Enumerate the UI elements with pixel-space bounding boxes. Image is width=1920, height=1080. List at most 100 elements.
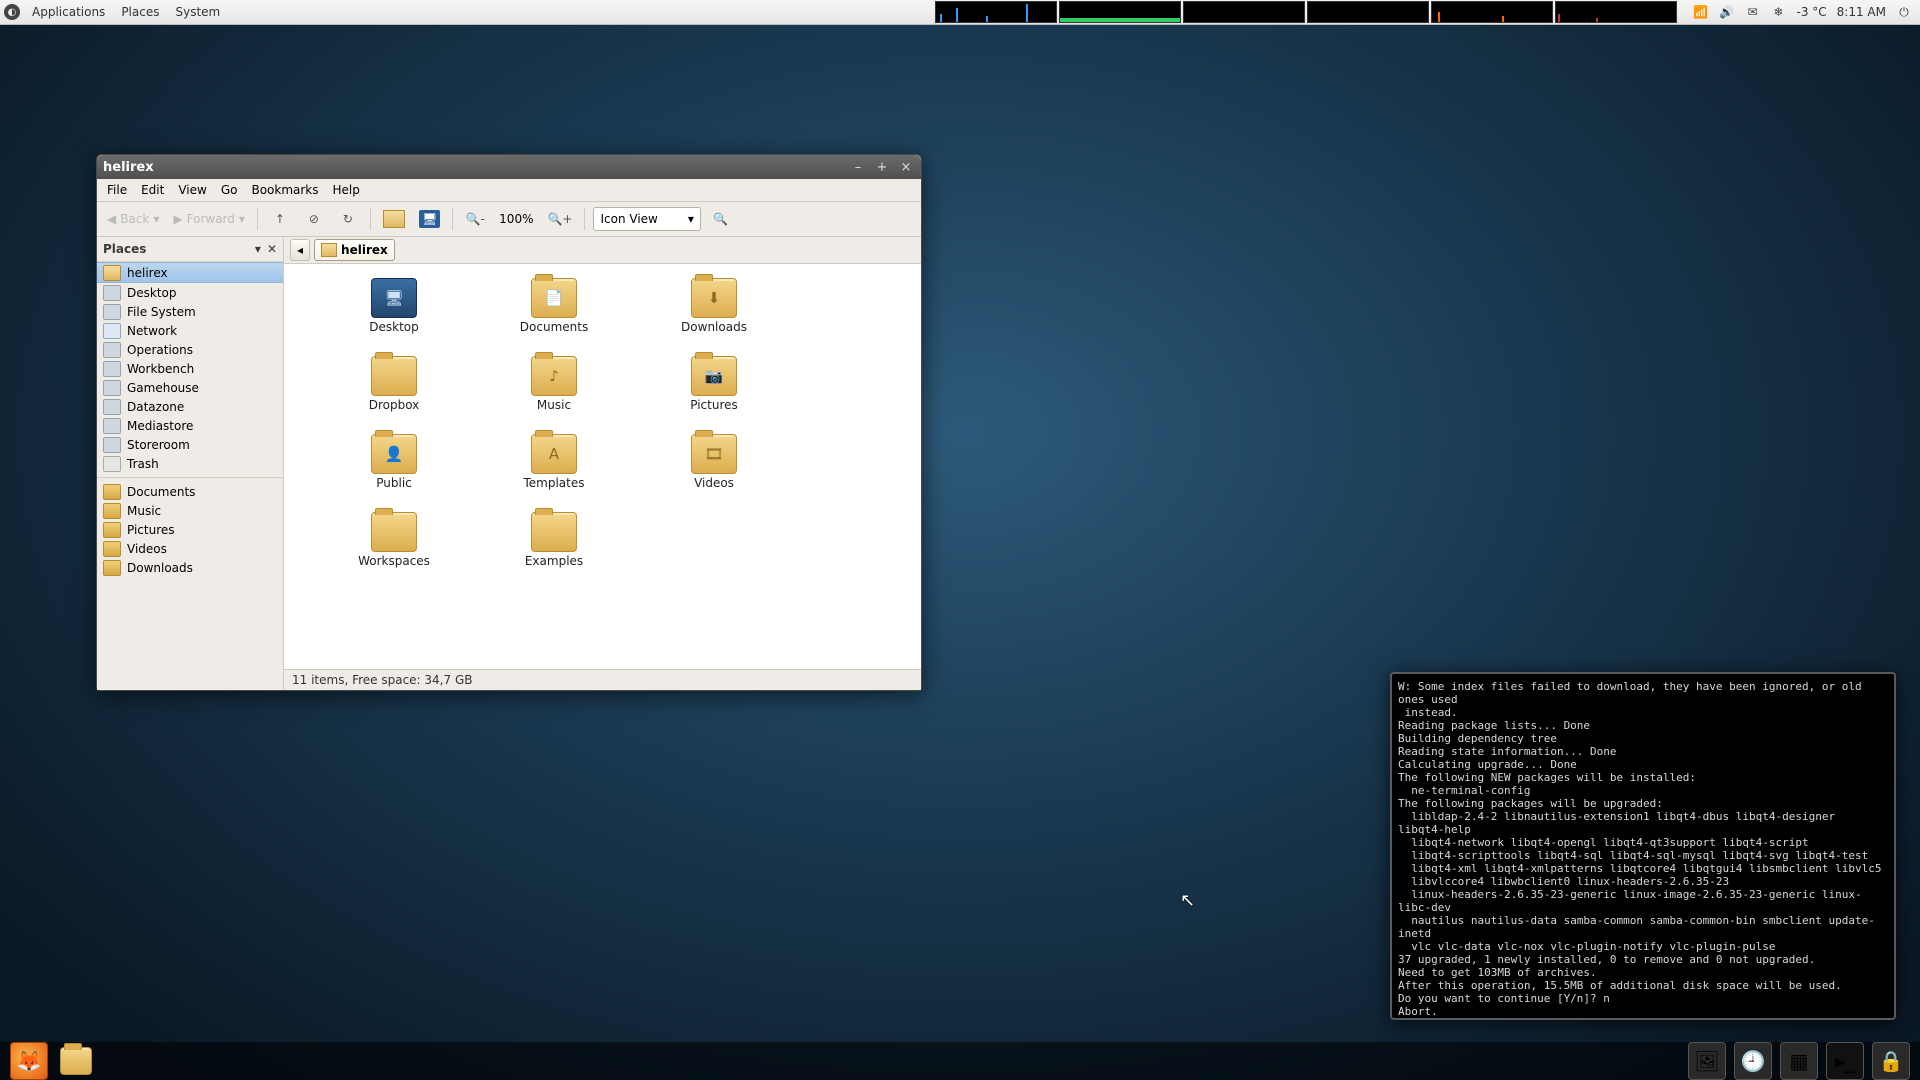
forward-button[interactable]: ▶Forward▾ <box>169 206 249 232</box>
reload-button[interactable]: ↻ <box>334 206 362 232</box>
mail-icon[interactable]: ✉ <box>1745 4 1761 20</box>
stop-button[interactable]: ⊘ <box>300 206 328 232</box>
menu-applications[interactable]: Applications <box>24 5 113 19</box>
zoom-out-button[interactable]: 🔍- <box>461 206 489 232</box>
sidebar-item[interactable]: Mediastore <box>97 416 283 435</box>
menu-file[interactable]: File <box>101 181 133 199</box>
file-item-label: Workspaces <box>358 554 430 568</box>
sidebar-close-icon[interactable]: ✕ <box>267 242 277 256</box>
menu-system[interactable]: System <box>167 5 228 19</box>
path-crumb[interactable]: helirex <box>314 239 395 261</box>
back-button[interactable]: ◀Back▾ <box>103 206 163 232</box>
reload-icon: ↻ <box>343 212 353 226</box>
sidebar-item[interactable]: Workbench <box>97 359 283 378</box>
dock-lock[interactable]: 🔒 <box>1872 1042 1910 1080</box>
dock-show-desktop[interactable]: 🖼 <box>1688 1042 1726 1080</box>
view-mode-select[interactable]: Icon View▾ <box>593 207 700 231</box>
menu-view[interactable]: View <box>172 181 212 199</box>
system-monitor-applet[interactable] <box>935 1 1677 23</box>
menu-edit[interactable]: Edit <box>135 181 170 199</box>
folder-icon <box>103 541 121 557</box>
dock-workspaces[interactable]: ▦ <box>1780 1042 1818 1080</box>
network-wireless-icon[interactable]: 📶 <box>1693 4 1709 20</box>
home-button[interactable] <box>379 206 409 232</box>
file-item[interactable]: 👤Public <box>314 434 474 512</box>
minimize-button[interactable]: – <box>849 158 867 176</box>
volume-icon[interactable]: 🔊 <box>1719 4 1735 20</box>
file-item[interactable]: 🖥Desktop <box>314 278 474 356</box>
cursor-icon: ↖ <box>1180 890 1195 911</box>
sidebar-item[interactable]: helirex <box>97 262 283 283</box>
sidebar-item[interactable]: Gamehouse <box>97 378 283 397</box>
sidebar-item[interactable]: File System <box>97 302 283 321</box>
sidebar-item[interactable]: Operations <box>97 340 283 359</box>
sidebar-item-label: Network <box>127 324 177 338</box>
file-item[interactable]: ⬇Downloads <box>634 278 794 356</box>
computer-button[interactable]: 🖥 <box>415 206 444 232</box>
dock-firefox[interactable]: 🦊 <box>10 1042 48 1080</box>
panel-clock[interactable]: 8:11 AM <box>1837 5 1886 19</box>
sidebar-item[interactable]: Videos <box>97 539 283 558</box>
sidebar-toggle-icon[interactable]: ▾ <box>255 242 261 256</box>
sidebar-item[interactable]: Network <box>97 321 283 340</box>
weather-icon[interactable]: ❄ <box>1771 4 1787 20</box>
toolbar: ◀Back▾ ▶Forward▾ ↑ ⊘ ↻ 🖥 🔍- 100% 🔍+ Icon… <box>97 202 921 237</box>
forward-icon: ▶ <box>173 212 182 226</box>
drive-icon <box>103 285 121 301</box>
terminal-window[interactable]: W: Some index files failed to download, … <box>1390 672 1896 1020</box>
icon-view[interactable]: 🖥Desktop📄Documents⬇Downloads Dropbox♪Musi… <box>284 264 921 669</box>
zoom-out-icon: 🔍- <box>466 212 485 226</box>
sidebar-item-label: File System <box>127 305 196 319</box>
file-item[interactable]: ATemplates <box>474 434 634 512</box>
maximize-button[interactable]: + <box>873 158 891 176</box>
file-item[interactable]: ♪Music <box>474 356 634 434</box>
dropdown-icon: ▾ <box>239 212 245 226</box>
sidebar-item[interactable]: Storeroom <box>97 435 283 454</box>
sidebar-item[interactable]: Downloads <box>97 558 283 577</box>
file-item[interactable]: Dropbox <box>314 356 474 434</box>
menu-bookmarks[interactable]: Bookmarks <box>245 181 324 199</box>
dock-files[interactable] <box>58 1043 94 1079</box>
sidebar-item[interactable]: Documents <box>97 482 283 501</box>
sidebar-item[interactable]: Trash <box>97 454 283 473</box>
folder-icon <box>103 522 121 538</box>
menu-help[interactable]: Help <box>327 181 366 199</box>
path-back-button[interactable]: ◂ <box>290 239 310 261</box>
chevron-down-icon: ▾ <box>688 212 694 226</box>
zoom-in-button[interactable]: 🔍+ <box>543 206 576 232</box>
file-item[interactable]: 📄Documents <box>474 278 634 356</box>
home-icon <box>321 243 337 257</box>
sidebar-item[interactable]: Music <box>97 501 283 520</box>
chevron-left-icon: ◂ <box>297 243 303 257</box>
sidebar-item-label: Storeroom <box>127 438 190 452</box>
sidebar-item[interactable]: Desktop <box>97 283 283 302</box>
drive-icon <box>103 399 121 415</box>
dropdown-icon: ▾ <box>153 212 159 226</box>
folder-icon <box>60 1047 92 1075</box>
close-button[interactable]: × <box>897 158 915 176</box>
file-manager-window: helirex – + × File Edit View Go Bookmark… <box>96 154 922 691</box>
search-button[interactable]: 🔍 <box>707 206 735 232</box>
file-item[interactable]: Workspaces <box>314 512 474 590</box>
drive-icon <box>103 342 121 358</box>
sidebar-item[interactable]: Pictures <box>97 520 283 539</box>
sidebar-item-label: Operations <box>127 343 193 357</box>
file-item-label: Public <box>376 476 412 490</box>
up-button[interactable]: ↑ <box>266 206 294 232</box>
file-item[interactable]: 🎞Videos <box>634 434 794 512</box>
sidebar-item[interactable]: Datazone <box>97 397 283 416</box>
file-item[interactable]: 📷Pictures <box>634 356 794 434</box>
menu-go[interactable]: Go <box>215 181 244 199</box>
distributor-logo-icon[interactable]: ◐ <box>0 0 24 24</box>
menu-places[interactable]: Places <box>113 5 167 19</box>
dock-terminal[interactable]: ▸_ <box>1826 1042 1864 1080</box>
trash-icon <box>103 456 121 472</box>
file-item[interactable]: Examples <box>474 512 634 590</box>
folder-icon <box>103 560 121 576</box>
titlebar[interactable]: helirex – + × <box>97 155 921 179</box>
sidebar-item-label: Music <box>127 504 161 518</box>
dock-clock[interactable]: 🕘 <box>1734 1042 1772 1080</box>
folder-icon <box>103 503 121 519</box>
shutdown-icon[interactable]: ⏻ <box>1896 4 1912 20</box>
zoom-level: 100% <box>495 212 537 226</box>
